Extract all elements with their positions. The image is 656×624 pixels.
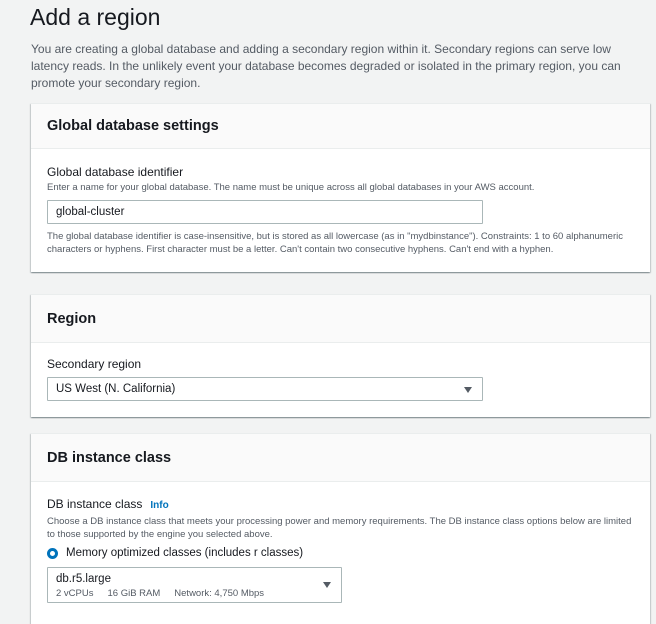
network-spec: Network: 4,750 Mbps (174, 588, 265, 599)
ram-spec: 16 GiB RAM (107, 588, 161, 599)
secondary-region-select[interactable]: US West (N. California) (47, 377, 483, 401)
panel-header: Region (31, 295, 650, 343)
region-heading: Region (47, 311, 97, 327)
secondary-region-value: US West (N. California) (56, 383, 176, 395)
memory-optimized-radio-label: Memory optimized classes (includes r cla… (66, 547, 304, 559)
global-database-settings-panel: Global database settings Global database… (31, 103, 650, 272)
db-instance-class-description: Choose a DB instance class that meets yo… (47, 516, 632, 540)
panel-body: DB instance class Info Choose a DB instan… (31, 482, 650, 617)
page-title: Add a region (30, 4, 161, 30)
caret-down-icon (323, 582, 331, 588)
caret-down-icon (464, 387, 472, 393)
global-database-identifier-description: Enter a name for your global database. T… (47, 182, 535, 193)
db-instance-class-specs: 2 vCPUs 16 GiB RAM Network: 4,750 Mbps (56, 587, 333, 600)
db-instance-class-select[interactable]: db.r5.large 2 vCPUs 16 GiB RAM Network: 4,… (47, 567, 342, 603)
region-panel: Region Secondary region US West (N. Cali… (31, 294, 650, 417)
panel-body: Global database identifier Enter a name … (31, 149, 650, 272)
db-instance-class-panel: DB instance class DB instance class Info … (31, 433, 650, 624)
db-instance-class-label: DB instance class Info (47, 497, 634, 513)
db-instance-class-heading: DB instance class (47, 450, 172, 466)
vcpus-spec: 2 vCPUs (56, 588, 94, 599)
panel-header: Global database settings (31, 104, 650, 149)
memory-optimized-radio-option[interactable]: Memory optimized classes (includes r cla… (47, 547, 634, 559)
global-database-settings-heading: Global database settings (47, 118, 219, 134)
radio-selected-icon[interactable] (47, 547, 58, 559)
page-intro: You are creating a global database and a… (31, 42, 621, 90)
db-instance-class-value: db.r5.large (56, 573, 111, 585)
global-database-identifier-input[interactable] (47, 200, 483, 224)
info-link[interactable]: Info (150, 500, 168, 511)
panel-header: DB instance class (31, 434, 650, 482)
db-instance-class-label-text: DB instance class (47, 497, 143, 511)
panel-body: Secondary region US West (N. California) (31, 343, 650, 417)
secondary-region-label: Secondary region (47, 357, 142, 371)
global-database-identifier-label: Global database identifier (47, 165, 184, 179)
global-database-identifier-constraints: The global database identifier is case-i… (47, 231, 623, 255)
